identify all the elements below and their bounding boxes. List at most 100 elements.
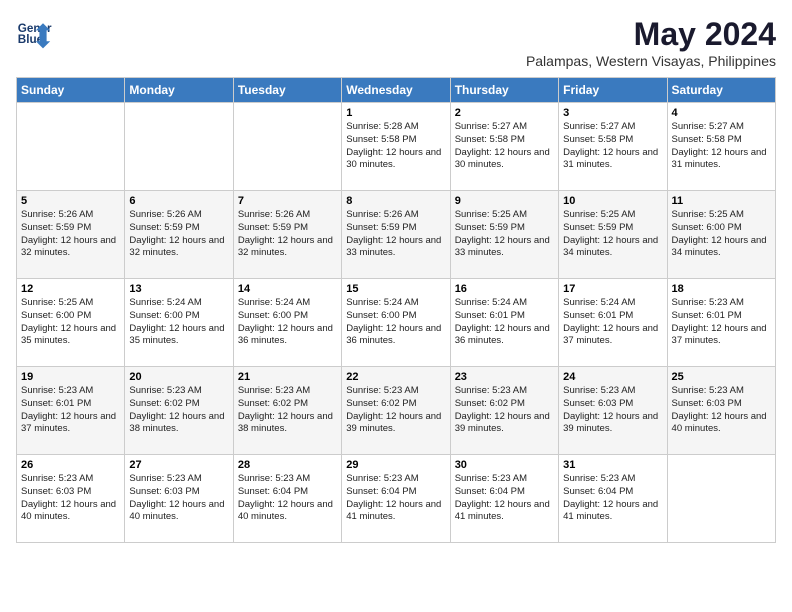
day-number: 6 xyxy=(129,195,228,207)
day-number: 18 xyxy=(672,283,771,295)
day-header-saturday: Saturday xyxy=(667,78,775,103)
cell-content: Sunrise: 5:25 AMSunset: 6:00 PMDaylight:… xyxy=(672,209,771,260)
calendar-cell: 1 Sunrise: 5:28 AMSunset: 5:58 PMDayligh… xyxy=(342,103,450,191)
subtitle: Palampas, Western Visayas, Philippines xyxy=(526,53,776,69)
calendar-cell: 7 Sunrise: 5:26 AMSunset: 5:59 PMDayligh… xyxy=(233,191,341,279)
cell-content: Sunrise: 5:25 AMSunset: 5:59 PMDaylight:… xyxy=(563,209,662,260)
cell-content: Sunrise: 5:25 AMSunset: 5:59 PMDaylight:… xyxy=(455,209,554,260)
calendar-cell xyxy=(667,455,775,543)
calendar-header-row: SundayMondayTuesdayWednesdayThursdayFrid… xyxy=(17,78,776,103)
cell-content: Sunrise: 5:26 AMSunset: 5:59 PMDaylight:… xyxy=(238,209,337,260)
calendar-cell: 5 Sunrise: 5:26 AMSunset: 5:59 PMDayligh… xyxy=(17,191,125,279)
day-number: 29 xyxy=(346,459,445,471)
day-number: 23 xyxy=(455,371,554,383)
day-number: 19 xyxy=(21,371,120,383)
day-header-thursday: Thursday xyxy=(450,78,558,103)
cell-content: Sunrise: 5:24 AMSunset: 6:00 PMDaylight:… xyxy=(346,297,445,348)
calendar-cell: 19 Sunrise: 5:23 AMSunset: 6:01 PMDaylig… xyxy=(17,367,125,455)
day-number: 21 xyxy=(238,371,337,383)
cell-content: Sunrise: 5:23 AMSunset: 6:04 PMDaylight:… xyxy=(346,473,445,524)
calendar-cell: 16 Sunrise: 5:24 AMSunset: 6:01 PMDaylig… xyxy=(450,279,558,367)
cell-content: Sunrise: 5:23 AMSunset: 6:03 PMDaylight:… xyxy=(563,385,662,436)
calendar-cell: 29 Sunrise: 5:23 AMSunset: 6:04 PMDaylig… xyxy=(342,455,450,543)
day-number: 15 xyxy=(346,283,445,295)
calendar-week-1: 1 Sunrise: 5:28 AMSunset: 5:58 PMDayligh… xyxy=(17,103,776,191)
cell-content: Sunrise: 5:23 AMSunset: 6:03 PMDaylight:… xyxy=(672,385,771,436)
calendar-cell: 23 Sunrise: 5:23 AMSunset: 6:02 PMDaylig… xyxy=(450,367,558,455)
day-number: 22 xyxy=(346,371,445,383)
cell-content: Sunrise: 5:23 AMSunset: 6:02 PMDaylight:… xyxy=(346,385,445,436)
calendar-cell: 25 Sunrise: 5:23 AMSunset: 6:03 PMDaylig… xyxy=(667,367,775,455)
day-number: 26 xyxy=(21,459,120,471)
calendar-cell: 21 Sunrise: 5:23 AMSunset: 6:02 PMDaylig… xyxy=(233,367,341,455)
day-number: 4 xyxy=(672,107,771,119)
day-number: 9 xyxy=(455,195,554,207)
cell-content: Sunrise: 5:28 AMSunset: 5:58 PMDaylight:… xyxy=(346,121,445,172)
title-block: May 2024 Palampas, Western Visayas, Phil… xyxy=(526,16,776,69)
day-number: 12 xyxy=(21,283,120,295)
day-number: 30 xyxy=(455,459,554,471)
cell-content: Sunrise: 5:26 AMSunset: 5:59 PMDaylight:… xyxy=(129,209,228,260)
calendar-cell: 14 Sunrise: 5:24 AMSunset: 6:00 PMDaylig… xyxy=(233,279,341,367)
calendar-cell: 15 Sunrise: 5:24 AMSunset: 6:00 PMDaylig… xyxy=(342,279,450,367)
calendar-cell: 13 Sunrise: 5:24 AMSunset: 6:00 PMDaylig… xyxy=(125,279,233,367)
calendar-cell: 4 Sunrise: 5:27 AMSunset: 5:58 PMDayligh… xyxy=(667,103,775,191)
day-number: 11 xyxy=(672,195,771,207)
day-number: 17 xyxy=(563,283,662,295)
calendar-cell: 27 Sunrise: 5:23 AMSunset: 6:03 PMDaylig… xyxy=(125,455,233,543)
logo: General Blue xyxy=(16,16,52,52)
logo-icon: General Blue xyxy=(16,16,52,52)
cell-content: Sunrise: 5:23 AMSunset: 6:02 PMDaylight:… xyxy=(455,385,554,436)
day-header-sunday: Sunday xyxy=(17,78,125,103)
cell-content: Sunrise: 5:23 AMSunset: 6:03 PMDaylight:… xyxy=(21,473,120,524)
cell-content: Sunrise: 5:24 AMSunset: 6:00 PMDaylight:… xyxy=(129,297,228,348)
calendar-cell: 30 Sunrise: 5:23 AMSunset: 6:04 PMDaylig… xyxy=(450,455,558,543)
day-number: 10 xyxy=(563,195,662,207)
cell-content: Sunrise: 5:24 AMSunset: 6:01 PMDaylight:… xyxy=(563,297,662,348)
cell-content: Sunrise: 5:23 AMSunset: 6:02 PMDaylight:… xyxy=(129,385,228,436)
calendar-cell: 28 Sunrise: 5:23 AMSunset: 6:04 PMDaylig… xyxy=(233,455,341,543)
calendar-table: SundayMondayTuesdayWednesdayThursdayFrid… xyxy=(16,77,776,543)
day-number: 25 xyxy=(672,371,771,383)
calendar-cell: 12 Sunrise: 5:25 AMSunset: 6:00 PMDaylig… xyxy=(17,279,125,367)
page-header: General Blue May 2024 Palampas, Western … xyxy=(16,16,776,69)
day-number: 20 xyxy=(129,371,228,383)
cell-content: Sunrise: 5:23 AMSunset: 6:03 PMDaylight:… xyxy=(129,473,228,524)
calendar-cell: 18 Sunrise: 5:23 AMSunset: 6:01 PMDaylig… xyxy=(667,279,775,367)
calendar-week-3: 12 Sunrise: 5:25 AMSunset: 6:00 PMDaylig… xyxy=(17,279,776,367)
cell-content: Sunrise: 5:26 AMSunset: 5:59 PMDaylight:… xyxy=(346,209,445,260)
calendar-body: 1 Sunrise: 5:28 AMSunset: 5:58 PMDayligh… xyxy=(17,103,776,543)
calendar-cell: 17 Sunrise: 5:24 AMSunset: 6:01 PMDaylig… xyxy=(559,279,667,367)
cell-content: Sunrise: 5:23 AMSunset: 6:01 PMDaylight:… xyxy=(672,297,771,348)
cell-content: Sunrise: 5:27 AMSunset: 5:58 PMDaylight:… xyxy=(455,121,554,172)
calendar-cell: 6 Sunrise: 5:26 AMSunset: 5:59 PMDayligh… xyxy=(125,191,233,279)
calendar-cell: 31 Sunrise: 5:23 AMSunset: 6:04 PMDaylig… xyxy=(559,455,667,543)
calendar-week-4: 19 Sunrise: 5:23 AMSunset: 6:01 PMDaylig… xyxy=(17,367,776,455)
cell-content: Sunrise: 5:23 AMSunset: 6:02 PMDaylight:… xyxy=(238,385,337,436)
day-number: 2 xyxy=(455,107,554,119)
calendar-cell: 10 Sunrise: 5:25 AMSunset: 5:59 PMDaylig… xyxy=(559,191,667,279)
day-number: 13 xyxy=(129,283,228,295)
day-number: 16 xyxy=(455,283,554,295)
cell-content: Sunrise: 5:23 AMSunset: 6:01 PMDaylight:… xyxy=(21,385,120,436)
cell-content: Sunrise: 5:23 AMSunset: 6:04 PMDaylight:… xyxy=(563,473,662,524)
day-number: 8 xyxy=(346,195,445,207)
calendar-cell: 8 Sunrise: 5:26 AMSunset: 5:59 PMDayligh… xyxy=(342,191,450,279)
day-number: 3 xyxy=(563,107,662,119)
calendar-cell: 24 Sunrise: 5:23 AMSunset: 6:03 PMDaylig… xyxy=(559,367,667,455)
day-number: 24 xyxy=(563,371,662,383)
day-header-wednesday: Wednesday xyxy=(342,78,450,103)
day-number: 31 xyxy=(563,459,662,471)
calendar-cell xyxy=(17,103,125,191)
day-number: 7 xyxy=(238,195,337,207)
day-header-tuesday: Tuesday xyxy=(233,78,341,103)
calendar-week-5: 26 Sunrise: 5:23 AMSunset: 6:03 PMDaylig… xyxy=(17,455,776,543)
calendar-cell: 26 Sunrise: 5:23 AMSunset: 6:03 PMDaylig… xyxy=(17,455,125,543)
calendar-cell: 2 Sunrise: 5:27 AMSunset: 5:58 PMDayligh… xyxy=(450,103,558,191)
cell-content: Sunrise: 5:27 AMSunset: 5:58 PMDaylight:… xyxy=(672,121,771,172)
cell-content: Sunrise: 5:24 AMSunset: 6:01 PMDaylight:… xyxy=(455,297,554,348)
calendar-cell: 11 Sunrise: 5:25 AMSunset: 6:00 PMDaylig… xyxy=(667,191,775,279)
calendar-cell: 3 Sunrise: 5:27 AMSunset: 5:58 PMDayligh… xyxy=(559,103,667,191)
calendar-cell xyxy=(125,103,233,191)
day-number: 1 xyxy=(346,107,445,119)
